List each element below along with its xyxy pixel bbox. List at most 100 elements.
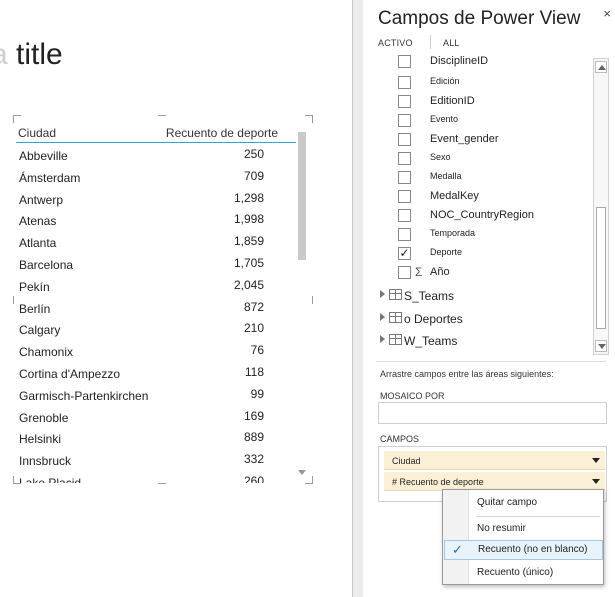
field-well-city[interactable]: Ciudad (384, 451, 605, 470)
cell-city: Helsinki (19, 432, 62, 447)
cell-count: 332 (243, 452, 264, 467)
menu-item-no-summarize[interactable]: No resumir (444, 519, 603, 539)
table-row[interactable]: Cortina d'Ampezzo 118 (16, 363, 266, 385)
drag-hint-text: Arrastre campos entre las áreas siguient… (380, 369, 554, 379)
field-item[interactable]: Sexo (398, 150, 588, 168)
expand-arrow-icon[interactable] (380, 290, 385, 298)
table-visualization[interactable]: Ciudad Recuento de deporte Abbeville 250 Á… (0, 0, 330, 597)
field-label: Event_gender (430, 133, 499, 145)
scroll-down-button[interactable] (595, 340, 607, 352)
table-row[interactable]: Antwerp 1,298 (16, 189, 266, 211)
field-label: Deporte (430, 247, 463, 257)
frame-corner-tl[interactable] (13, 115, 21, 123)
report-canvas: a title Ciudad Recuento de deporte Abbev… (0, 0, 353, 597)
cell-city: Chamonix (19, 345, 74, 360)
field-checkbox[interactable] (398, 171, 411, 184)
scroll-up-button[interactable] (595, 61, 607, 73)
column-header-count[interactable]: Recuento de deporte (166, 126, 278, 140)
field-checkbox[interactable] (398, 190, 411, 203)
expand-arrow-icon[interactable] (380, 335, 385, 343)
field-well-label: # Recuento de deporte (392, 477, 484, 487)
frame-handle-top[interactable] (158, 115, 166, 116)
menu-item-count-nonblank[interactable]: ✓ Recuento (no en blanco) (444, 540, 603, 560)
cell-count: 872 (243, 299, 264, 314)
sigma-icon: Σ (415, 265, 423, 279)
tab-separator (430, 35, 431, 49)
table-row[interactable]: Abbeville 250 (16, 145, 266, 167)
field-checkbox[interactable] (398, 55, 411, 68)
menu-item-label: Quitar campo (477, 497, 538, 508)
column-header-city[interactable]: Ciudad (18, 126, 56, 140)
menu-item-label: Recuento (único) (477, 567, 554, 578)
frame-handle-right[interactable] (312, 296, 313, 304)
field-list-scrollbar[interactable] (593, 58, 609, 355)
scroll-thumb[interactable] (596, 207, 606, 329)
table-row[interactable]: Lake Placid 260 (16, 472, 266, 483)
expand-arrow-icon[interactable] (380, 313, 385, 321)
cell-count: 2,045 (233, 277, 264, 292)
field-item[interactable]: Σ Año (398, 264, 588, 282)
field-item[interactable]: ✓ Deporte (398, 245, 588, 263)
table-header-row: Ciudad Recuento de deporte (16, 125, 296, 143)
cell-city: Atlanta (19, 236, 57, 251)
table-row[interactable]: Calgary 210 (16, 319, 266, 341)
cell-count: 260 (243, 473, 264, 483)
menu-item-count-distinct[interactable]: Recuento (único) (444, 563, 603, 583)
frame-corner-tr[interactable] (305, 115, 313, 123)
table-row[interactable]: Grenoble 169 (16, 407, 266, 429)
field-checkbox[interactable]: ✓ (398, 247, 411, 260)
tile-by-drop-zone[interactable] (378, 402, 607, 424)
table-row[interactable]: Berlín 872 (16, 298, 266, 320)
field-item[interactable]: Evento (398, 112, 588, 130)
dropdown-arrow-icon[interactable] (592, 479, 600, 484)
field-item[interactable]: EditionID (398, 93, 588, 111)
table-row[interactable]: Chamonix 76 (16, 341, 266, 363)
field-checkbox[interactable] (398, 76, 411, 89)
close-icon[interactable]: × (603, 6, 611, 21)
field-item[interactable]: Edición (398, 74, 588, 92)
cell-count: 169 (243, 408, 264, 423)
cell-city: Atenas (19, 214, 57, 229)
table-row[interactable]: Atenas 1,998 (16, 210, 266, 232)
table-group[interactable]: o Deportes (380, 310, 590, 328)
table-row[interactable]: Barcelona 1,705 (16, 254, 266, 276)
frame-handle-bottom[interactable] (158, 483, 166, 484)
table-icon (389, 334, 402, 345)
field-item[interactable]: DisciplineID (398, 53, 588, 71)
field-checkbox[interactable] (398, 209, 411, 222)
tab-all[interactable]: ALL (443, 38, 460, 48)
table-row[interactable]: Innsbruck 332 (16, 450, 266, 472)
fields-label: CAMPOS (380, 434, 420, 444)
table-row[interactable]: Garmisch-Partenkirchen 99 (16, 385, 266, 407)
cell-count: 210 (243, 321, 264, 336)
menu-item-label: No resumir (477, 523, 526, 534)
field-item[interactable]: Temporada (398, 226, 588, 244)
table-row[interactable]: Pekín 2,045 (16, 276, 266, 298)
field-checkbox[interactable] (398, 152, 411, 165)
frame-corner-br[interactable] (305, 476, 313, 484)
menu-item-remove-field[interactable]: Quitar campo (444, 493, 603, 513)
cell-count: 250 (243, 147, 264, 161)
field-item[interactable]: MedalKey (398, 188, 588, 206)
field-checkbox[interactable] (398, 266, 411, 279)
table-row[interactable]: Atlanta 1,859 (16, 232, 266, 254)
tab-active[interactable]: ACTIVO (378, 38, 413, 48)
table-row[interactable]: Helsinki 889 (16, 428, 266, 450)
table-scroll-down-arrow[interactable] (298, 470, 306, 475)
table-group[interactable]: W_Teams (380, 332, 590, 350)
table-row[interactable]: Ámsterdam 709 (16, 167, 266, 189)
field-checkbox[interactable] (398, 95, 411, 108)
table-scrollbar[interactable] (298, 132, 306, 260)
field-checkbox[interactable] (398, 133, 411, 146)
dropdown-arrow-icon[interactable] (592, 458, 600, 463)
cell-city: Berlín (19, 301, 51, 316)
field-checkbox[interactable] (398, 114, 411, 127)
field-item[interactable]: Event_gender (398, 131, 588, 149)
pane-title: Campos de Power View (378, 8, 581, 29)
field-item[interactable]: Medalla (398, 169, 588, 187)
table-group[interactable]: S_Teams (380, 287, 590, 305)
field-item[interactable]: NOC_CountryRegion (398, 207, 588, 225)
frame-handle-left[interactable] (13, 296, 14, 304)
cell-count: 99 (250, 386, 264, 401)
field-checkbox[interactable] (398, 228, 411, 241)
